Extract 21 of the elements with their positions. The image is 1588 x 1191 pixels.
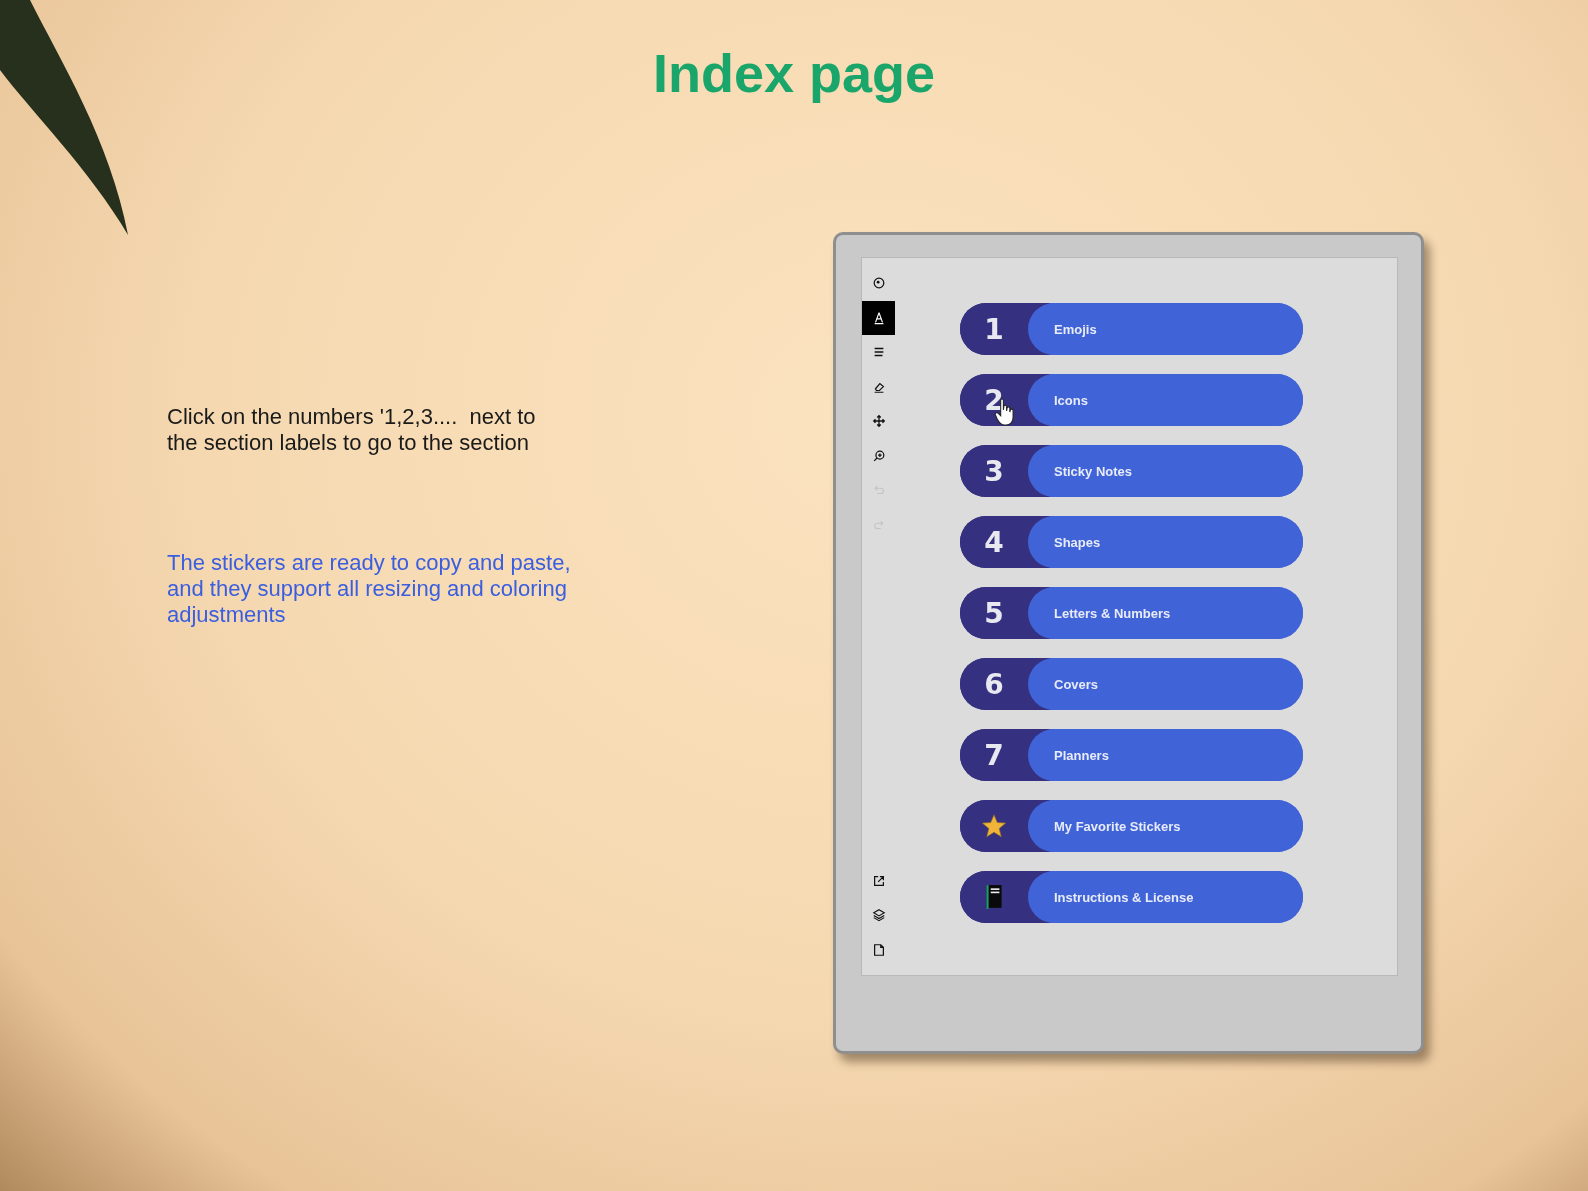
section-label: Icons [1028,374,1303,426]
section-label: Planners [1028,729,1303,781]
section-number-button[interactable]: 5 [980,596,1008,630]
section-label: Instructions & License [1028,871,1303,923]
section-label: Covers [1028,658,1303,710]
star-icon[interactable] [981,813,1007,839]
instruction-text: The stickers are ready to copy and paste, and they support all resizing and coloring adjustments [167,550,572,628]
pen-tool[interactable] [862,300,895,335]
section-number-button[interactable]: 4 [980,525,1008,559]
section-label: My Favorite Stickers [1028,800,1303,852]
section-number-button[interactable]: 1 [980,312,1008,346]
section-label: Sticky Notes [1028,445,1303,497]
section-number-button[interactable]: 7 [980,738,1008,772]
page-title: Index page [651,42,937,105]
section-label: Letters & Numbers [1028,587,1303,639]
instruction-text: Click on the numbers '1,2,3.... next to the section labels to go to the section [167,404,537,456]
section-number-button[interactable]: 6 [980,667,1008,701]
section-number-button[interactable]: 3 [980,454,1008,488]
section-label: Shapes [1028,516,1303,568]
section-label: Emojis [1028,303,1303,355]
book-icon[interactable] [985,884,1003,910]
